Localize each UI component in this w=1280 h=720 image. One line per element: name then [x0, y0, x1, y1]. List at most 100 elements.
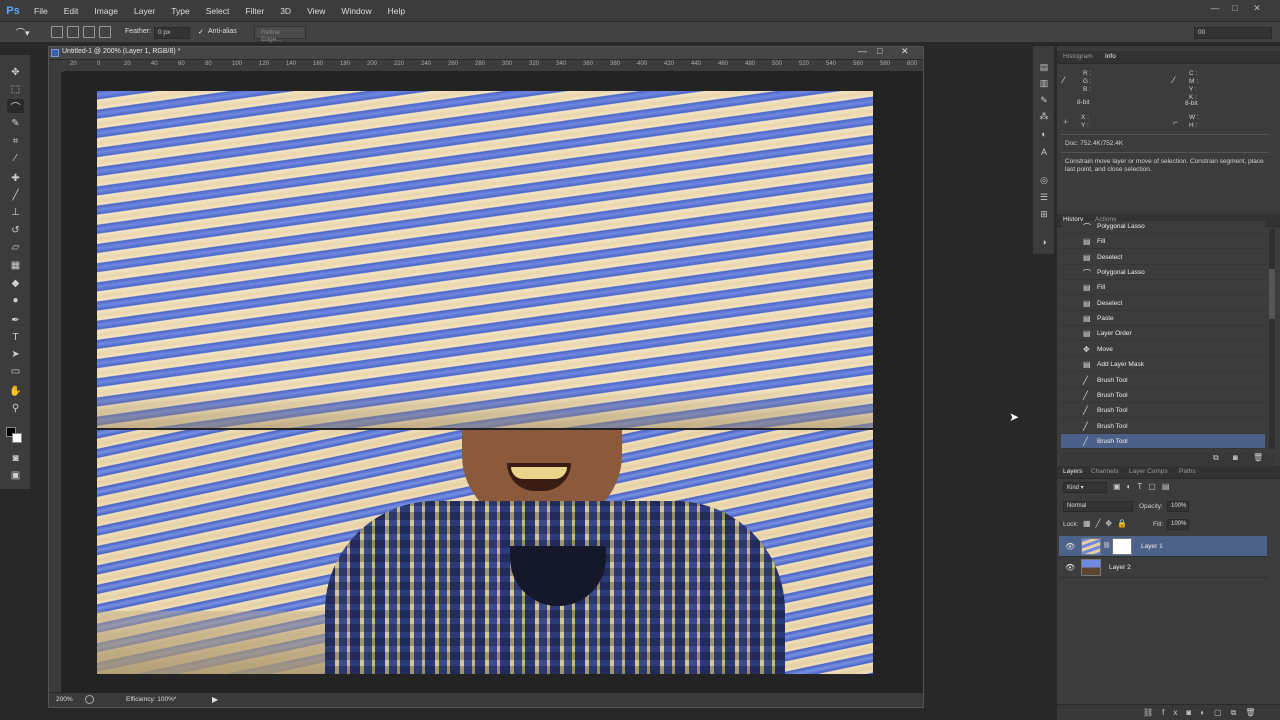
doc-minimize-button[interactable]: —	[858, 46, 867, 56]
histogram-panel-icon[interactable]: ▥	[1038, 78, 1050, 89]
app-maximize-button[interactable]: □	[1228, 3, 1242, 15]
history-item[interactable]: ⌒ Polygonal Lasso	[1061, 221, 1265, 234]
document-image[interactable]	[97, 91, 873, 674]
app-minimize-button[interactable]: —	[1208, 3, 1222, 15]
menu-help[interactable]: Help	[380, 0, 413, 22]
menu-edit[interactable]: Edit	[56, 0, 87, 22]
gradient-tool-icon[interactable]: ▦	[7, 258, 24, 272]
healing-tool-icon[interactable]: ✚	[7, 171, 24, 185]
app-close-button[interactable]: ✕	[1250, 3, 1264, 15]
brush-tool-icon[interactable]: ╱	[7, 188, 24, 202]
doc-maximize-button[interactable]: □	[877, 46, 882, 56]
type-tool-icon[interactable]: T	[7, 330, 24, 344]
quick-mask-icon[interactable]: ◙	[7, 451, 24, 465]
adjustments-panel-icon[interactable]: ◎	[1038, 175, 1050, 186]
menu-type[interactable]: Type	[163, 0, 197, 22]
horizontal-ruler[interactable]: 20 0 20 40 60 80 100 120 140 160 180 200 220 240 260 28…	[64, 60, 924, 72]
subtract-selection-icon[interactable]	[83, 26, 95, 38]
new-selection-icon[interactable]	[51, 26, 63, 38]
hand-tool-icon[interactable]: ✋	[7, 384, 24, 398]
pen-tool-icon[interactable]: ✒	[7, 313, 24, 327]
info-panel-icon[interactable]: ▤	[1038, 62, 1050, 73]
menu-file[interactable]: File	[26, 0, 56, 22]
history-item[interactable]: ╱ Brush Tool	[1061, 433, 1265, 449]
styles-panel-icon[interactable]: ⊞	[1038, 209, 1050, 220]
tab-layer-comps[interactable]: Layer Comps	[1129, 468, 1168, 475]
new-document-from-state-icon[interactable]: ⧉	[1213, 453, 1219, 463]
shape-tool-icon[interactable]: ▭	[7, 364, 24, 378]
dodge-tool-icon[interactable]: ●	[7, 293, 24, 307]
refine-edge-button[interactable]: Refine Edge...	[254, 26, 306, 43]
clone-source-panel-icon[interactable]: ◐	[1038, 129, 1050, 140]
background-color-swatch[interactable]	[12, 433, 22, 443]
blur-tool-icon[interactable]: ◆	[7, 276, 24, 290]
history-item[interactable]: ⌒ Polygonal Lasso	[1061, 265, 1265, 281]
crop-tool-icon[interactable]: ⌗	[7, 134, 24, 148]
tab-channels[interactable]: Channels	[1091, 468, 1118, 475]
menu-layer[interactable]: Layer	[126, 0, 163, 22]
character-panel-icon[interactable]: A	[1038, 147, 1050, 158]
eraser-tool-icon[interactable]: ▱	[7, 240, 24, 254]
document-tab[interactable]: Untitled-1 @ 200% (Layer 1, RGB/8) * — □…	[48, 46, 924, 60]
menu-3d[interactable]: 3D	[272, 0, 299, 22]
history-item[interactable]: ▤ Fill	[1061, 280, 1265, 296]
snapshot-icon[interactable]: ◙	[1233, 453, 1238, 462]
status-icon[interactable]	[85, 695, 94, 704]
visibility-eye-icon[interactable]: 👁	[1065, 563, 1075, 572]
ruler-origin[interactable]	[48, 60, 64, 72]
tab-paths[interactable]: Paths	[1179, 468, 1196, 475]
feather-input[interactable]: 0 px	[154, 27, 190, 39]
doc-close-button[interactable]: ✕	[901, 46, 909, 57]
layers-footer-icons[interactable]: ⛓fx◙◐▢⧉🗑	[1143, 708, 1264, 718]
layer-row-layer-1[interactable]: 👁 ⛓ Layer 1	[1059, 536, 1267, 557]
layer-row-layer-2[interactable]: 👁 Layer 2	[1059, 557, 1267, 578]
menu-view[interactable]: View	[299, 0, 333, 22]
lasso-preset-icon[interactable]: ⌒▾	[16, 26, 38, 39]
history-item[interactable]: ╱ Brush Tool	[1061, 387, 1265, 403]
layer-filter-icons[interactable]: ▣◐T▢▤	[1113, 482, 1175, 491]
lasso-tool-icon[interactable]: ⌒	[7, 99, 24, 114]
link-icon[interactable]: ⛓	[1103, 542, 1111, 549]
history-trash-icon[interactable]: 🗑	[1253, 453, 1263, 462]
brush-presets-panel-icon[interactable]: ⁂	[1038, 111, 1050, 122]
screen-mode-icon[interactable]: ▣	[7, 468, 24, 482]
history-item[interactable]: ╱ Brush Tool	[1061, 372, 1265, 388]
quick-select-tool-icon[interactable]: ✎	[7, 116, 24, 130]
history-brush-tool-icon[interactable]: ↺	[7, 223, 24, 237]
workspace-select[interactable]: 00	[1194, 27, 1272, 39]
intersect-selection-icon[interactable]	[99, 26, 111, 38]
color-panel-icon[interactable]: ◑	[1038, 237, 1050, 248]
history-item[interactable]: ▤ Deselect	[1061, 295, 1265, 311]
lock-icons[interactable]: ▦╱✥🔒	[1083, 519, 1132, 528]
menu-image[interactable]: Image	[86, 0, 126, 22]
history-scrollbar-thumb[interactable]	[1269, 269, 1275, 319]
brush-panel-icon[interactable]: ✎	[1038, 95, 1050, 106]
properties-panel-icon[interactable]: ☰	[1038, 192, 1050, 203]
move-tool-icon[interactable]: ✥	[7, 65, 24, 79]
history-item[interactable]: ▤ Add Layer Mask	[1061, 357, 1265, 373]
tab-histogram[interactable]: Histogram	[1063, 53, 1093, 60]
visibility-eye-icon[interactable]: 👁	[1065, 542, 1075, 551]
status-menu-arrow-icon[interactable]: ▶	[212, 695, 218, 704]
history-item[interactable]: ╱ Brush Tool	[1061, 418, 1265, 434]
layer-1-mask-thumbnail[interactable]	[1112, 538, 1132, 555]
marquee-tool-icon[interactable]: ⬚	[7, 82, 24, 96]
menu-filter[interactable]: Filter	[237, 0, 272, 22]
history-scrollbar[interactable]	[1269, 229, 1275, 449]
history-item[interactable]: ╱ Brush Tool	[1061, 403, 1265, 419]
blend-mode-select[interactable]: Normal	[1063, 501, 1133, 512]
vertical-ruler[interactable]	[48, 72, 62, 692]
history-item[interactable]: ▤ Deselect	[1061, 249, 1265, 265]
layer-kind-filter[interactable]: Kind ▾	[1063, 482, 1107, 493]
eyedropper-tool-icon[interactable]: ⁄	[7, 151, 24, 165]
zoom-tool-icon[interactable]: ⚲	[7, 401, 24, 415]
fill-input[interactable]: 100%	[1167, 519, 1189, 530]
stamp-tool-icon[interactable]: ⊥	[7, 205, 24, 219]
history-item[interactable]: ✥ Move	[1061, 341, 1265, 357]
history-item[interactable]: ▤ Fill	[1061, 234, 1265, 250]
zoom-readout[interactable]: 200%	[56, 696, 73, 703]
anti-alias-checkbox[interactable]: ✓	[198, 28, 204, 36]
menu-select[interactable]: Select	[198, 0, 238, 22]
history-item[interactable]: ▤ Layer Order	[1061, 326, 1265, 342]
path-select-tool-icon[interactable]: ➤	[7, 347, 24, 361]
